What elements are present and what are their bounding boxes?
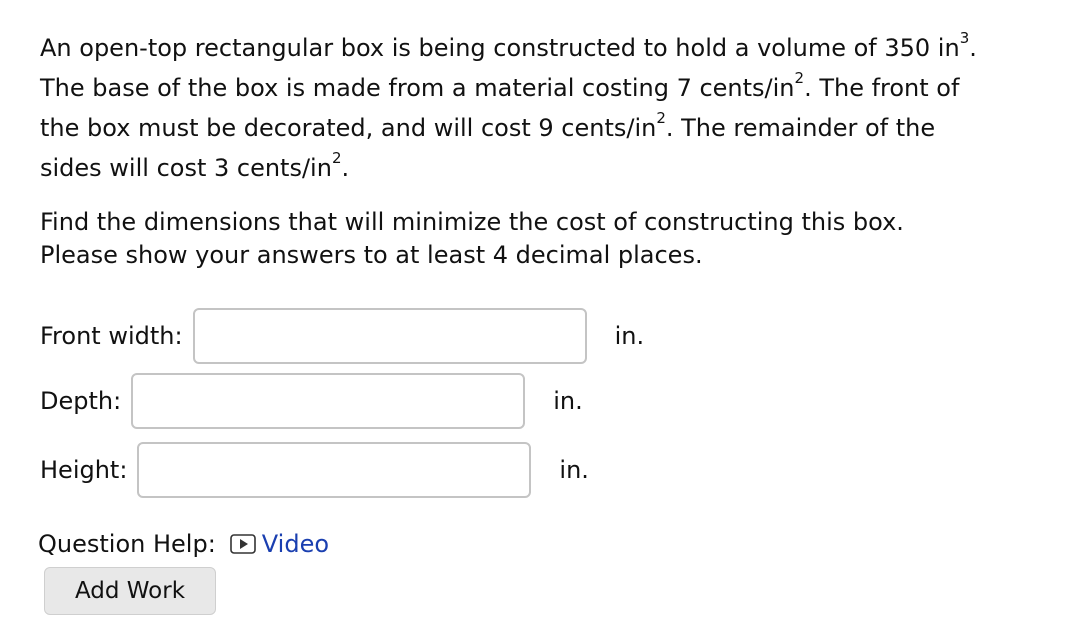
front-width-label: Front width: — [40, 322, 183, 350]
video-link[interactable]: Video — [229, 530, 330, 558]
height-row: Height: in. — [40, 442, 589, 498]
exponent: 2 — [331, 149, 342, 167]
depth-unit: in. — [553, 387, 583, 415]
problem-line-1: An open-top rectangular box is being con… — [40, 29, 977, 63]
problem-line-2: The base of the box is made from a mater… — [40, 69, 960, 103]
exponent: 3 — [959, 29, 970, 47]
play-video-icon — [229, 534, 256, 554]
height-label: Height: — [40, 456, 128, 484]
exponent: 2 — [656, 109, 666, 127]
depth-label: Depth: — [40, 387, 122, 415]
problem-statement: An open-top rectangular box is being con… — [40, 28, 1040, 188]
front-width-row: Front width: in. — [40, 308, 644, 364]
height-input[interactable] — [137, 442, 532, 498]
front-width-input[interactable] — [192, 308, 587, 364]
question-help-label: Question Help: — [38, 530, 216, 558]
add-work-button[interactable]: Add Work — [44, 567, 216, 615]
video-link-label: Video — [261, 530, 330, 558]
problem-line-3: the box must be decorated, and will cost… — [40, 109, 936, 143]
problem-line-4: sides will cost 3 cents/in2. — [40, 149, 350, 183]
exponent: 2 — [794, 69, 805, 87]
instruction-line-2: Please show your answers to at least 4 d… — [40, 241, 703, 269]
question-help: Question Help: Video — [38, 530, 329, 558]
front-width-unit: in. — [614, 322, 645, 350]
height-unit: in. — [559, 456, 589, 484]
instructions: Find the dimensions that will minimize t… — [40, 206, 904, 272]
instruction-line-1: Find the dimensions that will minimize t… — [40, 208, 904, 236]
depth-input[interactable] — [131, 373, 526, 429]
depth-row: Depth: in. — [40, 373, 583, 429]
